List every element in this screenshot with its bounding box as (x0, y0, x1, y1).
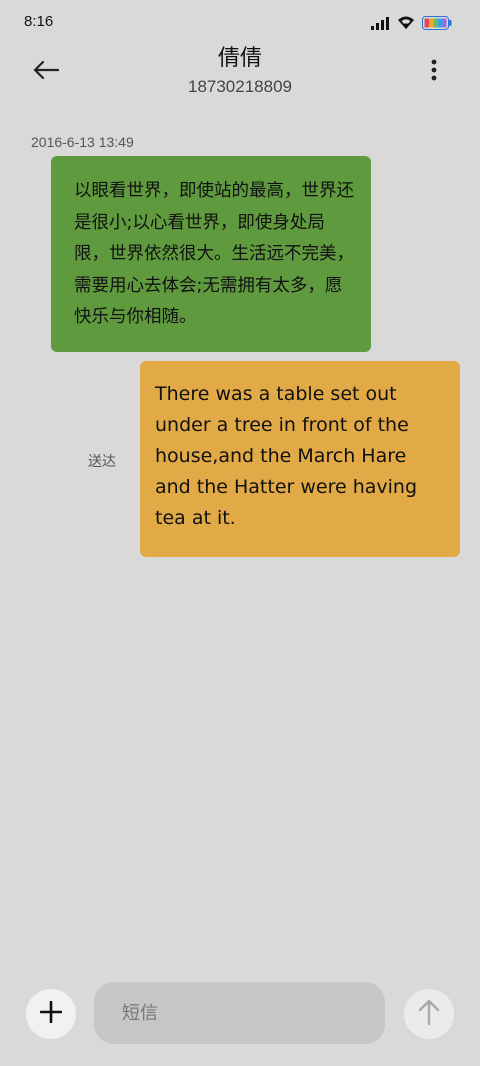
contact-name: 倩倩 (217, 46, 262, 71)
signal-icon (370, 15, 390, 34)
add-attachment-button[interactable] (26, 989, 76, 1039)
wifi-icon (396, 14, 416, 34)
battery-icon (422, 15, 452, 34)
message-timestamp: 2016-6-13 13:49 (31, 134, 134, 150)
sent-message-bubble[interactable]: There was a table set out under a tree i… (140, 361, 460, 557)
more-vertical-icon (431, 59, 437, 85)
conversation-header: 倩倩 18730218809 (0, 44, 480, 104)
message-input[interactable] (94, 982, 385, 1044)
received-message-bubble[interactable]: 以眼看世界，即使站的最高，世界还是很小;以心看世界，即使身处局限，世界依然很大。… (51, 156, 371, 352)
plus-icon (39, 1000, 63, 1027)
arrow-left-icon (33, 60, 60, 84)
status-icons (370, 14, 452, 34)
more-options-button[interactable] (416, 54, 452, 90)
compose-bar (0, 982, 480, 1046)
contact-number: 18730218809 (187, 77, 292, 96)
contact-title-block: 倩倩 18730218809 (0, 44, 480, 100)
arrow-up-icon (418, 999, 440, 1029)
send-button[interactable] (404, 989, 454, 1039)
delivery-status: 送达 (88, 454, 116, 470)
back-button[interactable] (28, 54, 64, 90)
status-bar: 8:16 (0, 0, 480, 44)
status-time: 8:16 (24, 13, 54, 30)
